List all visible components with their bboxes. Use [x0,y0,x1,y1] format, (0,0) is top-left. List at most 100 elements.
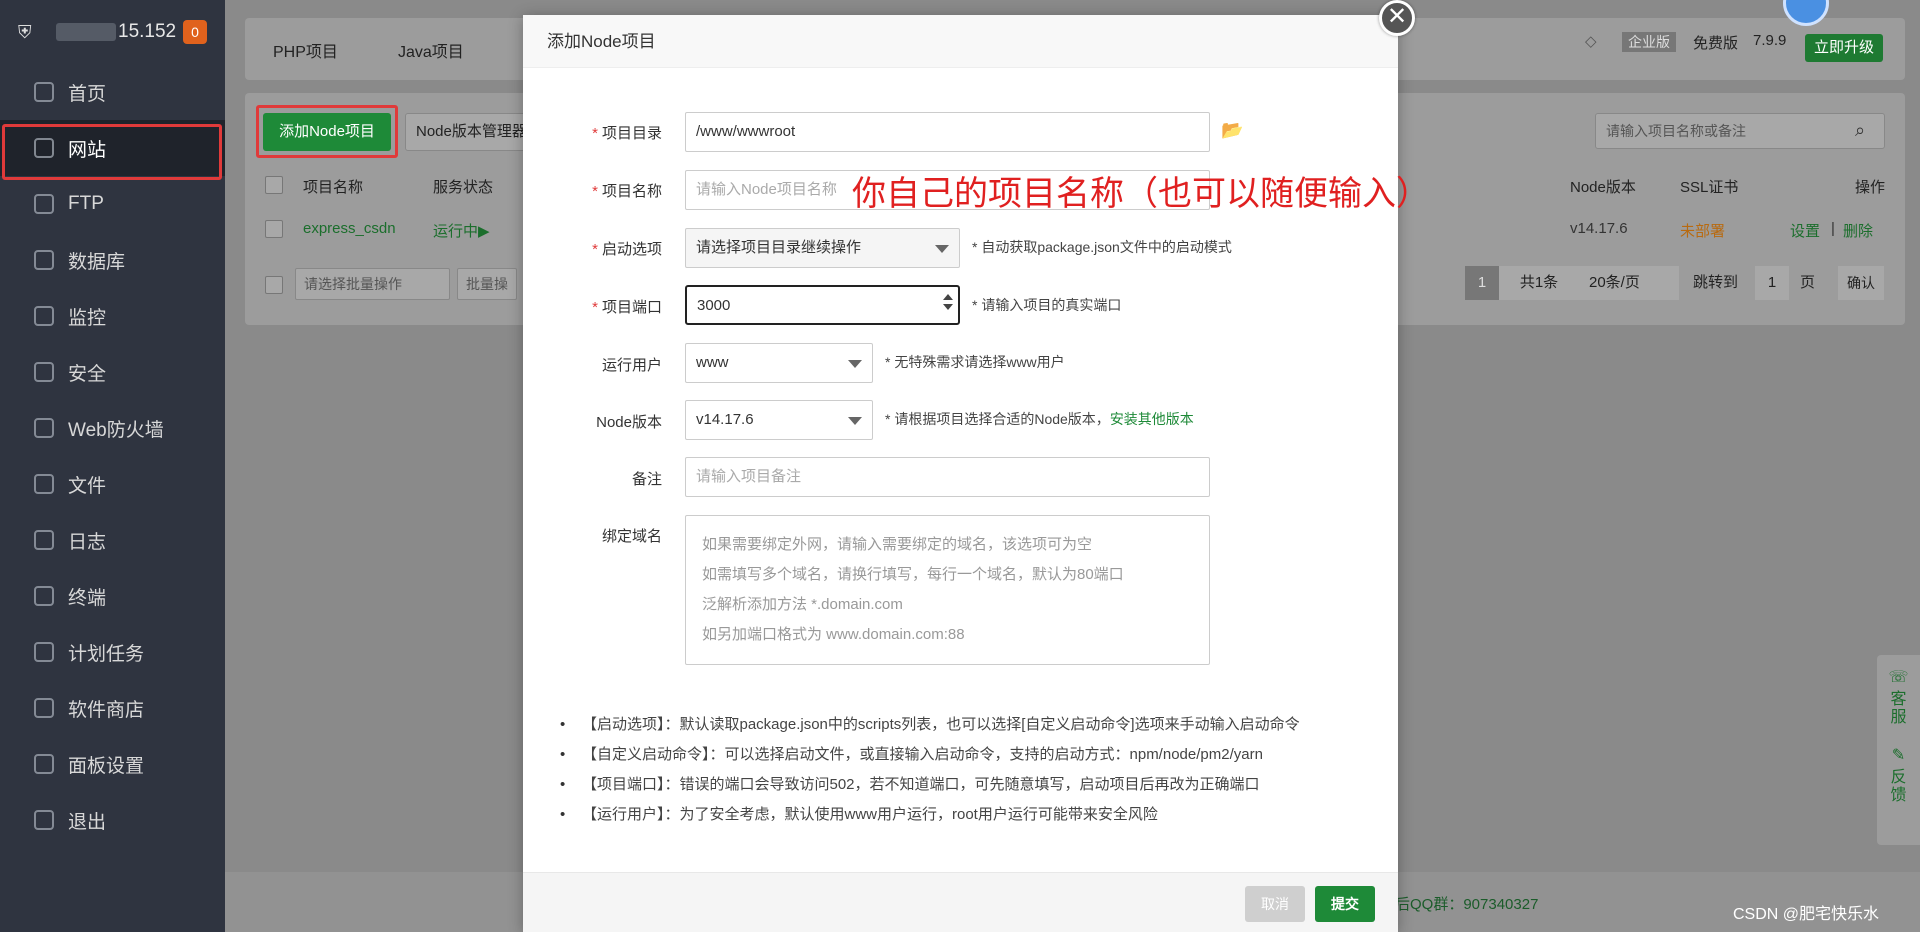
domain-placeholder-line: 如果需要绑定外网，请输入需要绑定的域名，该选项可为空 [702,536,1093,553]
project-name-link[interactable]: express_csdn [303,220,396,237]
customer-service-button[interactable]: 客服 [1889,691,1909,727]
logs-icon [34,530,54,550]
terminal-icon [34,586,54,606]
website-icon [34,138,54,158]
app-store-icon [34,698,54,718]
sidebar-item-home[interactable]: 首页 [0,64,225,120]
domain-label: 绑定域名 [601,528,662,545]
server-info: ⛨ 15.152 0 [0,0,225,64]
sidebar-item-database[interactable]: 数据库 [0,232,225,288]
start-hint: * 自动获取package.json文件中的启动模式 [972,239,1232,255]
user-label: 运行用户 [601,357,662,374]
enterprise-badge[interactable]: 企业版 [1622,32,1676,52]
chevron-down-icon [935,245,949,253]
sidebar-item-label: 软件商店 [68,699,145,721]
ftp-icon [34,194,54,214]
sidebar-menu: 首页网站 FTP 数据库监控安全 Web防火墙 文件日志终端计划任务软件商店面板设置 退出 [0,64,225,848]
ops-separator: | [1831,220,1835,237]
add-node-project-button[interactable]: 添加Node项目 [263,113,391,151]
start-option-select[interactable]: 请选择项目目录继续操作 [685,228,960,268]
close-icon[interactable]: ✕ [1379,0,1415,36]
tab-php[interactable]: PHP项目 [273,38,338,62]
sidebar-item-logs[interactable]: 日志 [0,512,225,568]
dir-label: * 项目目录 [592,125,662,142]
tab-java[interactable]: Java项目 [398,38,464,62]
project-search-input[interactable]: 请输入项目名称或备注 [1595,113,1885,149]
sidebar-item-panel-settings[interactable]: 面板设置 [0,736,225,792]
sidebar-item-label: 文件 [68,475,107,497]
port-stepper[interactable] [942,290,954,314]
sidebar-item-label: 监控 [68,307,107,329]
sidebar-item-waf[interactable]: Web防火墙 [0,400,225,456]
node-hint: * 请根据项目选择合适的Node版本，安装其他版本 [885,411,1194,427]
help-notes: 【启动选项】：默认读取package.json中的scripts列表，也可以选择… [560,710,1360,830]
ssl-status[interactable]: 未部署 [1680,220,1725,241]
submit-button[interactable]: 提交 [1315,886,1375,922]
service-icon: ☏ [1888,669,1909,686]
sidebar-item-label: 数据库 [68,251,126,273]
note-item: 【项目端口】：错误的端口会导致访问502，若不知道端口，可先随意填写，启动项目后… [560,770,1360,800]
start-label: * 启动选项 [592,241,662,258]
run-user-select[interactable]: www [685,343,873,383]
cron-icon [34,642,54,662]
node-version-select[interactable]: v14.17.6 [685,400,873,440]
project-port-input[interactable]: 3000 [685,285,960,325]
delete-link[interactable]: 删除 [1843,220,1873,241]
jump-input[interactable]: 1 [1755,266,1789,300]
page-unit: 页 [1800,274,1816,291]
upgrade-button[interactable]: 立即升级 [1805,34,1883,62]
sidebar-item-monitor[interactable]: 监控 [0,288,225,344]
note-item: 【自定义启动命令】：可以选择启动文件，或直接输入启动命令，支持的启动方式：npm… [560,740,1360,770]
remark-input[interactable]: 请输入项目备注 [685,457,1210,497]
sidebar-item-files[interactable]: 文件 [0,456,225,512]
name-label: * 项目名称 [592,183,662,200]
jump-confirm-button[interactable]: 确认 [1838,266,1884,300]
project-dir-input[interactable]: /www/wwwroot [685,112,1210,152]
batch-button[interactable]: 批量操 [457,268,517,300]
domain-textarea[interactable]: 如果需要绑定外网，请输入需要绑定的域名，该选项可为空 如需填写多个域名，请换行填… [685,515,1210,665]
col-ssl: SSL证书 [1680,179,1739,196]
page-total: 共1条 [1499,266,1579,300]
sidebar-item-ftp[interactable]: FTP [0,176,225,232]
feedback-button[interactable]: 反馈 [1889,769,1909,805]
sidebar-item-security[interactable]: 安全 [0,344,225,400]
sidebar-item-label: 日志 [68,531,107,553]
message-badge[interactable]: 0 [183,20,207,44]
node-version-manager-button[interactable]: Node版本管理器 [405,113,535,151]
folder-open-icon[interactable]: 📂 [1221,120,1243,141]
batch-select[interactable]: 请选择批量操作 [295,268,450,300]
search-icon[interactable]: ⌕ [1855,120,1865,141]
domain-placeholder-line: 如另加端口格式为 www.domain.com:88 [702,626,965,643]
sidebar-item-label: 网站 [68,139,107,161]
service-status[interactable]: 运行中▶ [433,220,490,241]
domain-placeholder-line: 如需填写多个域名，请换行填写，每行一个域名，默认为80端口 [702,566,1124,583]
run-user-value: www [696,354,729,371]
port-hint: * 请输入项目的真实端口 [972,297,1122,313]
per-page-select[interactable]: 20条/页 [1579,266,1679,300]
diamond-icon: ◇ [1585,33,1597,50]
sidebar-item-cron[interactable]: 计划任务 [0,624,225,680]
files-icon [34,474,54,494]
node-label: Node版本 [596,414,662,431]
security-icon [34,362,54,382]
footer-checkbox[interactable] [265,276,283,294]
float-panel: ☏ 客服 ✎ 反馈 [1877,655,1920,845]
col-node-version: Node版本 [1570,179,1636,196]
row-checkbox[interactable] [265,220,283,238]
sidebar-item-label: Web防火墙 [68,419,164,441]
sidebar-item-label: FTP [68,193,104,214]
sidebar-item-website[interactable]: 网站 [0,120,225,180]
select-all-checkbox[interactable] [265,176,283,194]
panel-settings-icon [34,754,54,774]
sidebar-item-terminal[interactable]: 终端 [0,568,225,624]
database-icon [34,250,54,270]
col-name: 项目名称 [303,179,364,196]
install-other-version-link[interactable]: 安装其他版本 [1110,411,1194,427]
page-current[interactable]: 1 [1465,266,1499,300]
feedback-icon: ✎ [1891,747,1906,764]
settings-link[interactable]: 设置 [1790,220,1820,241]
cancel-button[interactable]: 取消 [1245,886,1305,922]
sidebar-item-label: 计划任务 [68,643,145,665]
sidebar-item-app-store[interactable]: 软件商店 [0,680,225,736]
sidebar-item-logout[interactable]: 退出 [0,792,225,848]
